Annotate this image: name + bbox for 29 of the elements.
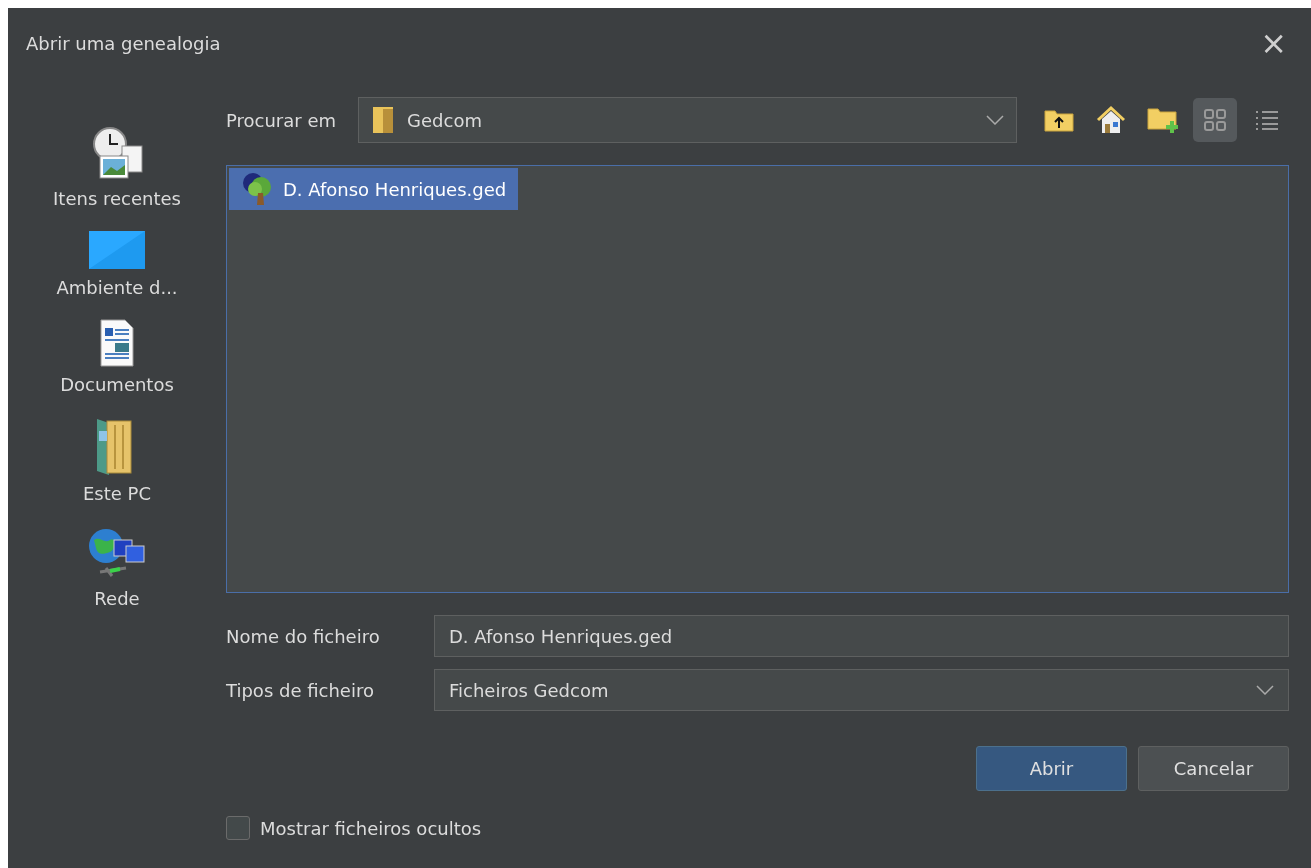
sidebar-item[interactable]: Este PC [17,415,217,504]
grid-view-icon [1203,108,1227,132]
checkbox-label: Mostrar ficheiros ocultos [260,817,482,839]
folder-up-icon [1043,107,1075,133]
new-folder-icon [1146,105,1180,135]
sidebar-item[interactable]: Ambiente d... [17,229,217,298]
look-in-value: Gedcom [407,109,483,131]
close-button[interactable]: × [1256,27,1291,59]
file-item[interactable]: D. Afonso Henriques.ged [229,168,519,210]
chevron-down-icon [986,115,1004,125]
chevron-down-icon [1256,685,1274,695]
file-type-label: Tipos de ficheiro [226,679,375,701]
file-name-label: Nome do ficheiro [226,625,381,647]
sidebar-item[interactable]: Itens recentes [17,124,217,209]
file-name: D. Afonso Henriques.ged [283,178,507,200]
file-type-dropdown[interactable]: Ficheiros Gedcom [434,669,1289,711]
sidebar-item[interactable]: Documentos [17,318,217,395]
window-title: Abrir uma genealogia [26,32,221,54]
checkbox[interactable] [226,816,250,840]
list-view-icon [1254,109,1280,131]
cancel-button[interactable]: Cancelar [1138,746,1289,791]
look-in-dropdown[interactable]: Gedcom [358,97,1017,143]
home-icon [1095,105,1127,135]
monitor-icon [88,229,146,271]
sidebar-item[interactable]: Rede [17,524,217,609]
look-in-label: Procurar em [226,109,337,131]
open-button[interactable]: Abrir [976,746,1127,791]
file-name-field[interactable]: D. Afonso Henriques.ged [434,615,1289,657]
document-icon [99,318,135,368]
